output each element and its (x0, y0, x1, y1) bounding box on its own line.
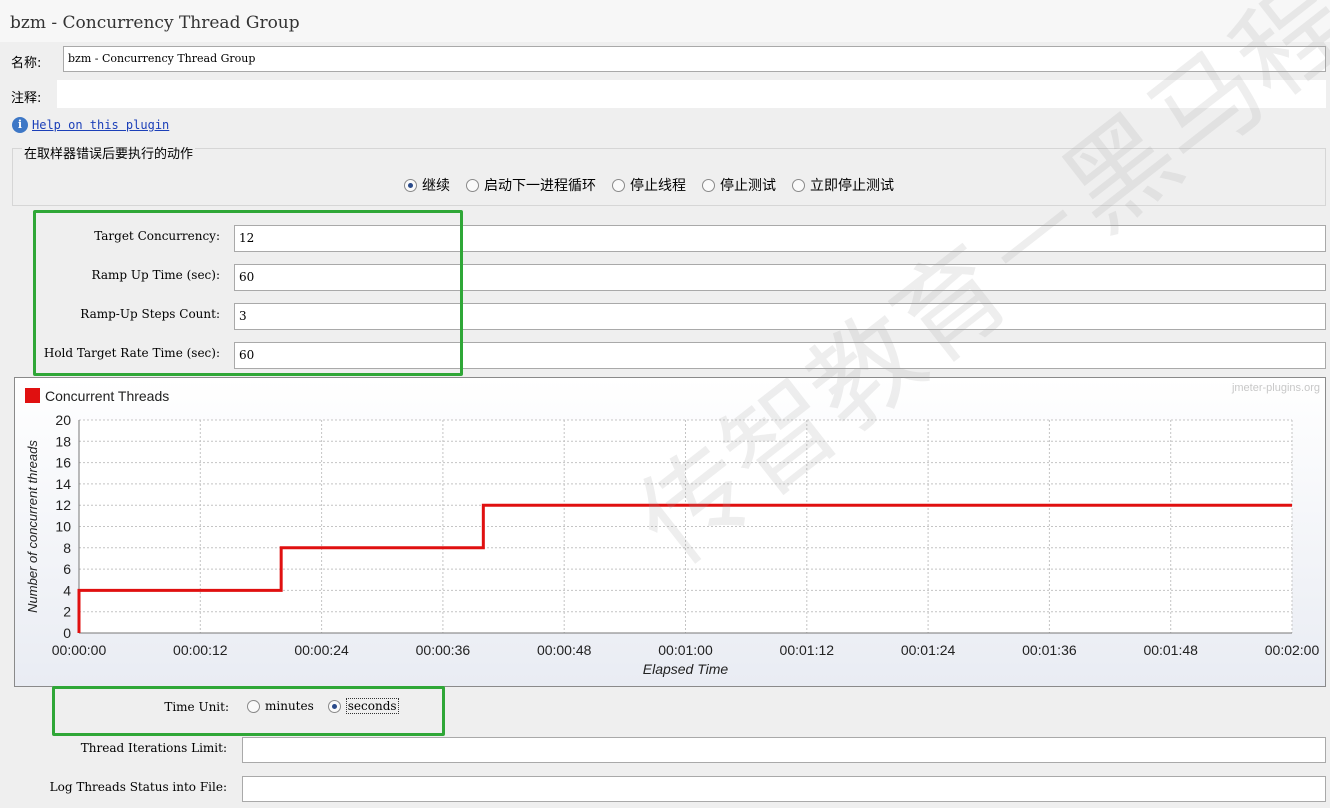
x-tick-label: 00:00:00 (52, 642, 107, 658)
y-tick-label: 20 (55, 412, 71, 428)
y-tick-label: 14 (55, 476, 71, 492)
y-tick-label: 2 (63, 604, 71, 620)
chart-watermark: jmeter-plugins.org (1231, 382, 1320, 394)
x-tick-label: 00:00:36 (416, 642, 471, 658)
y-axis-title: Number of concurrent threads (25, 440, 40, 613)
y-tick-label: 18 (55, 433, 71, 449)
radio-label: 停止线程 (630, 178, 686, 194)
legend-label: Concurrent Threads (45, 388, 169, 404)
radio-button[interactable] (404, 178, 417, 192)
x-tick-label: 00:01:36 (1022, 642, 1077, 658)
sampler-error-option-2[interactable]: 停止线程 (612, 175, 686, 195)
x-tick-label: 00:02:00 (1265, 642, 1320, 658)
x-tick-label: 00:00:12 (173, 642, 228, 658)
radio-label: 立即停止测试 (810, 178, 894, 194)
x-tick-label: 00:01:24 (901, 642, 956, 658)
x-tick-label: 00:00:48 (537, 642, 592, 658)
radio-button[interactable] (612, 178, 625, 192)
sampler-error-option-3[interactable]: 停止测试 (702, 175, 776, 195)
y-tick-label: 10 (55, 519, 71, 535)
legend-swatch (25, 388, 40, 403)
radio-label: 启动下一进程循环 (484, 178, 596, 194)
y-tick-label: 4 (63, 582, 71, 598)
x-tick-label: 00:01:12 (780, 642, 835, 658)
log-file-label: Log Threads Status into File: (49, 780, 227, 794)
sampler-error-options: 继续 启动下一进程循环 停止线程 停止测试 立即停止测试 (404, 175, 910, 195)
thread-group-panel: bzm - Concurrency Thread Group 名称: bzm -… (0, 0, 1330, 808)
sampler-error-title: 在取样器错误后要执行的动作 (22, 143, 196, 162)
highlight-box-params (33, 210, 463, 376)
help-link-row[interactable]: i Help on this plugin (12, 117, 169, 133)
comment-label: 注释: (11, 91, 42, 106)
highlight-box-time-unit (52, 686, 445, 736)
sampler-error-option-1[interactable]: 启动下一进程循环 (466, 175, 596, 195)
page-title: bzm - Concurrency Thread Group (10, 13, 300, 33)
iterations-label: Thread Iterations Limit: (80, 741, 227, 755)
radio-label: 继续 (422, 178, 450, 194)
y-tick-label: 0 (63, 625, 71, 641)
sampler-error-option-4[interactable]: 立即停止测试 (792, 175, 894, 195)
x-tick-label: 00:00:24 (294, 642, 349, 658)
help-link[interactable]: Help on this plugin (32, 118, 169, 132)
name-label: 名称: (11, 56, 42, 71)
radio-label: 停止测试 (720, 178, 776, 194)
sampler-error-option-0[interactable]: 继续 (404, 175, 450, 195)
y-tick-label: 6 (63, 561, 71, 577)
radio-button[interactable] (792, 178, 805, 192)
radio-button[interactable] (466, 178, 479, 192)
x-axis-title: Elapsed Time (643, 661, 729, 677)
radio-button[interactable] (702, 178, 715, 192)
info-icon: i (12, 117, 28, 133)
log-file-input[interactable] (242, 776, 1326, 802)
iterations-input[interactable] (242, 737, 1326, 763)
x-tick-label: 00:01:48 (1143, 642, 1198, 658)
x-tick-label: 00:01:00 (658, 642, 713, 658)
y-tick-label: 12 (55, 497, 71, 513)
y-tick-label: 8 (63, 540, 71, 556)
y-tick-label: 16 (55, 455, 71, 471)
